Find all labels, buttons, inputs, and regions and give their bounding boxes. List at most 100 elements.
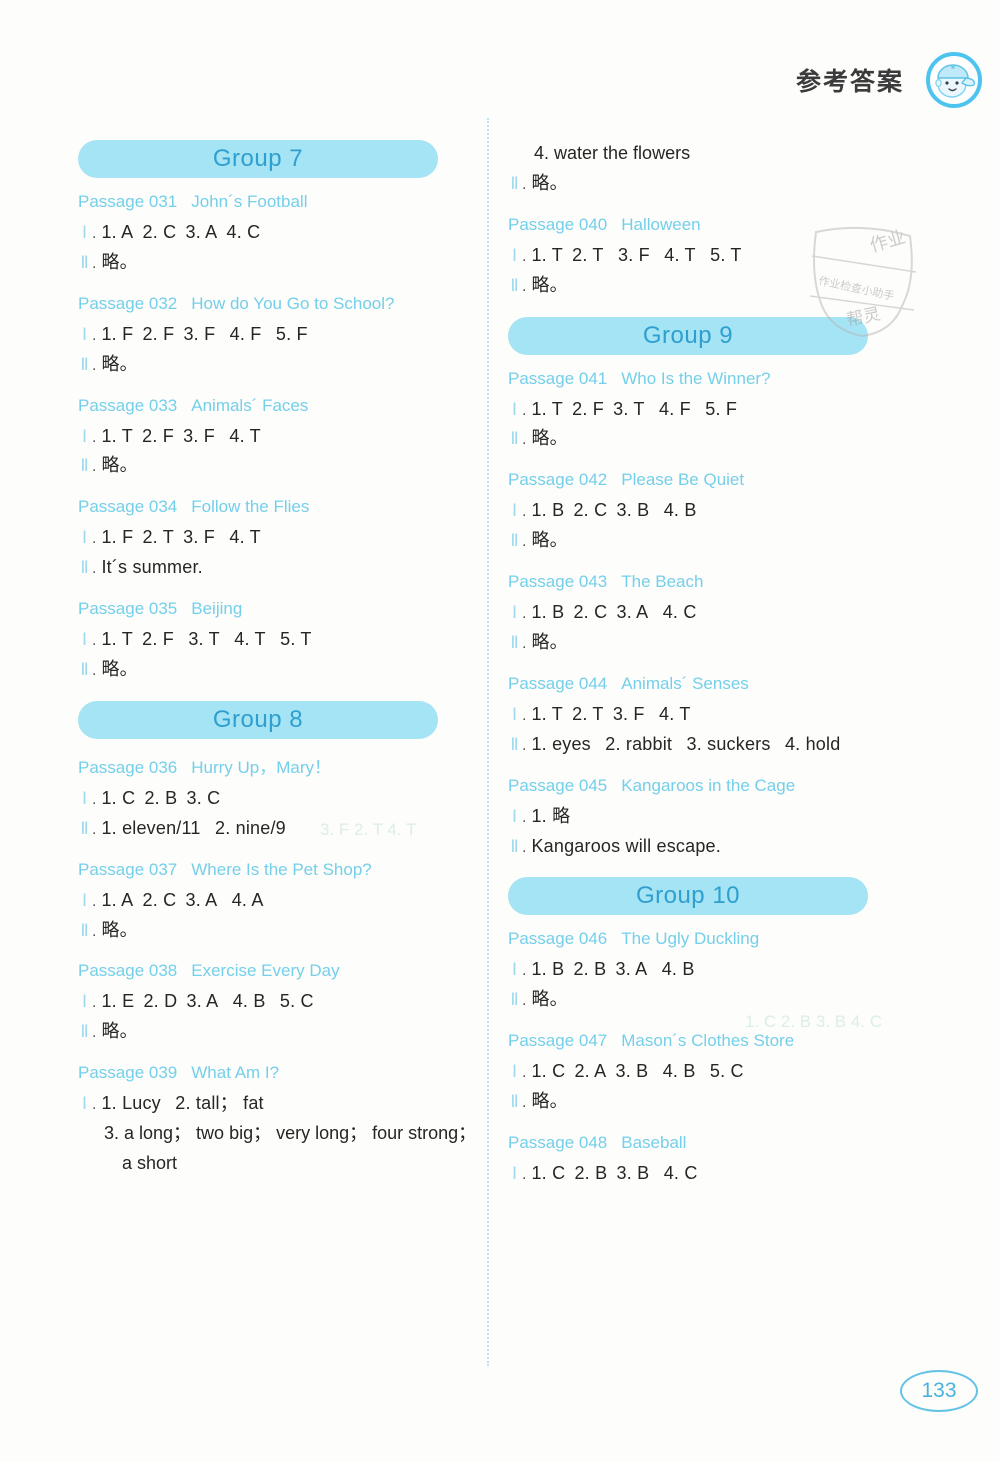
passage-heading: Passage 044 Animals´ Senses [508,674,898,694]
roman-numeral: Ⅱ [510,275,519,295]
answer-line: Ⅰ. 1. Lucy 2. tall； fat [78,1090,468,1118]
numeral-dot: . [522,1094,527,1112]
passage-number: Passage 037 [78,859,178,879]
numeral-dot: . [92,922,97,940]
answer-text: 1. T 2. T 3. F 4. T [531,703,691,724]
answer-continuation-line: 3. a long； two big； very long； four stro… [104,1123,477,1144]
answer-line: Ⅱ. 略。 [78,917,468,945]
answer-text: 1. T 2. F 3. T 4. F 5. F [531,398,738,419]
roman-numeral: Ⅰ [511,1062,517,1082]
answer-line: Ⅰ. 1. C 2. A 3. B 4. B 5. C [508,1058,898,1086]
answer-line: Ⅰ. 1. T 2. F 3. T 4. F 5. F [508,396,898,424]
group-banner-label: Group 10 [635,882,741,910]
answer-line: Ⅰ. 1. B 2. C 3. B 4. B [508,497,898,525]
answer-text: 1. Lucy 2. tall； fat [101,1093,264,1114]
passage-number: Passage 046 [508,929,608,949]
roman-numeral: Ⅰ [511,704,517,724]
passage-heading: Passage 032 How do You Go to School? [78,294,468,314]
roman-numeral: Ⅰ [511,501,517,521]
answer-continuation-line: a short [122,1153,178,1174]
answer-text: 略。 [531,274,568,295]
passage-block: Passage 040 Halloween Ⅰ. 1. T 2. T 3. F 4. … [508,215,898,300]
passage-title: Who Is the Winner? [621,368,771,388]
numeral-dot: . [92,1024,97,1042]
roman-numeral: Ⅱ [510,531,519,551]
passage-number: Passage 042 [508,470,608,490]
passage-block: Passage 048 Baseball Ⅰ. 1. C 2. B 3. B 4. C [508,1133,898,1188]
answer-text: 1. F 2. T 3. F 4. T [101,527,261,548]
numeral-dot: . [92,225,97,242]
answer-text: 略。 [101,353,138,374]
passage-number: Passage 044 [508,673,608,693]
roman-numeral: Ⅰ [511,603,517,623]
passage-title: Please Be Quiet [621,470,745,490]
answer-text: 略。 [531,530,568,551]
passage-heading: Passage 042 Please Be Quiet [508,470,898,490]
page-number: 133 [900,1370,978,1412]
answer-line: Ⅱ. Kangaroos will escape. [508,833,898,861]
passage-heading: Passage 041 Who Is the Winner? [508,369,898,389]
roman-numeral: Ⅱ [510,173,519,193]
passage-number: Passage 041 [508,368,608,388]
passage-title: Animals´ Senses [621,673,749,693]
passage-block: Passage 043 The Beach Ⅰ. 1. B 2. C 3. A 4. … [508,572,898,657]
answer-text: 1. T 2. F 3. T 4. T 5. T [101,629,312,650]
roman-numeral: Ⅱ [510,633,519,653]
answer-text: 1. T 2. F 3. F 4. T [101,425,261,446]
roman-numeral: Ⅰ [511,245,517,265]
right-answer-column: 4. water the flowers Ⅱ. 略。 Passage 040 Hallo… [508,140,898,1205]
answer-text: 1. T 2. T 3. F 4. T 5. T [531,244,742,265]
passage-number: Passage 039 [78,1063,178,1083]
answer-line: Ⅱ. 略。 [78,452,468,480]
roman-numeral: Ⅱ [80,1022,89,1042]
answer-line: Ⅱ. 略。 [508,986,898,1014]
answer-text: 略。 [101,251,138,272]
roman-numeral: Ⅰ [81,1094,87,1114]
numeral-dot: . [92,560,97,578]
answer-line: Ⅰ. 1. C 2. B 3. B 4. C [508,1160,898,1188]
answer-text: 1. 略 [531,805,571,826]
group-banner-label: Group 7 [212,145,304,172]
roman-numeral: Ⅱ [510,1092,519,1112]
numeral-dot: . [522,1064,527,1082]
roman-numeral: Ⅰ [81,992,87,1012]
answer-line: Ⅱ. 略。 [78,656,468,684]
numeral-dot: . [522,635,527,653]
passage-title: Beijing [191,599,243,619]
numeral-dot: . [92,530,97,548]
answer-sheet-page: 参考答案 3. F 2. T 4. T 1. C 2. B 3. B 4. C … [0,0,1000,1462]
numeral-dot: . [522,277,527,295]
passage-title: Exercise Every Day [191,961,340,981]
answer-text: 略。 [531,989,568,1010]
answer-line: Ⅱ. 略。 [508,527,898,555]
answer-line: Ⅱ. 略。 [78,351,468,379]
passage-title: The Ugly Duckling [621,929,760,949]
passage-heading: Passage 038 Exercise Every Day [78,961,468,981]
answer-line: Ⅰ. 1. T 2. T 3. F 4. T 5. T [508,242,898,270]
passage-number: Passage 040 [508,214,608,234]
answer-line: Ⅰ. 1. A 2. C 3. A 4. A [78,887,468,915]
passage-block: Passage 045 Kangaroos in the Cage Ⅰ. 1. 略Ⅱ.… [508,776,898,861]
passage-title: What Am I? [191,1063,280,1083]
answer-text: 1. B 2. C 3. A 4. C [531,602,697,623]
answer-line: Ⅱ. 略。 [508,1088,898,1116]
answer-line: Ⅰ. 1. A 2. C 3. A 4. C [78,219,468,247]
answer-text: 1. A 2. C 3. A 4. C [101,222,261,242]
left-answer-column: Group 7 Passage 031 John´s Football Ⅰ. 1. A … [78,140,477,1195]
passage-number: Passage 043 [508,572,608,592]
answer-text: 略。 [531,1091,568,1112]
passage-heading: Passage 035 Beijing [78,599,468,619]
passage-number: Passage 035 [78,599,178,619]
numeral-dot: . [92,1096,97,1114]
numeral-dot: . [522,992,527,1010]
passage-block: Passage 037 Where Is the Pet Shop? Ⅰ. 1. A … [78,860,468,945]
passage-heading: Passage 031 John´s Football [78,192,468,212]
passage-title: Halloween [621,214,701,234]
answer-continuation-line: 4. water the flowers [534,143,691,163]
answer-text: 1. eyes 2. rabbit 3. suckers 4. hold [531,733,841,754]
passage-heading: Passage 033 Animals´ Faces [78,396,468,416]
passage-number: Passage 034 [78,497,178,517]
passage-number: Passage 048 [508,1133,608,1153]
answer-line: Ⅱ. 略。 [508,170,898,198]
answer-line: Ⅱ. 略。 [508,425,898,453]
